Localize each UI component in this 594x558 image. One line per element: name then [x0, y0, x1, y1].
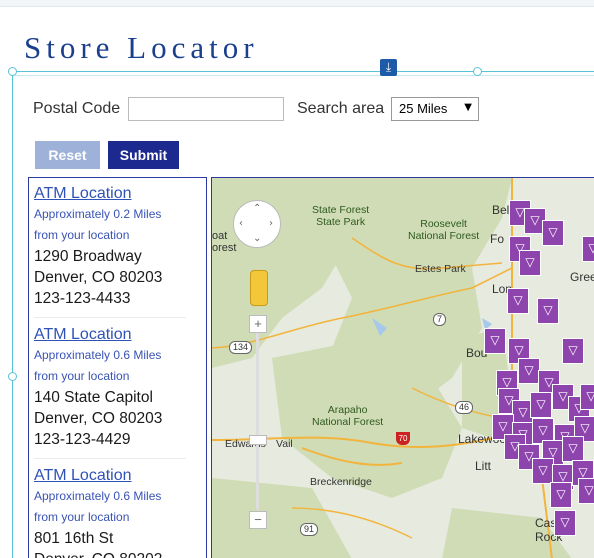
map-pan-control[interactable]: ⌃ ⌄ ‹ › — [233, 200, 281, 248]
map-label-breckenridge: Breckenridge — [310, 476, 372, 488]
ice-cream-icon[interactable]: ▽ — [554, 510, 576, 536]
top-bar — [0, 0, 594, 7]
map-label-fort-collins: Fo — [490, 232, 505, 246]
map-label-arapaho: Arapaho National Forest — [312, 404, 384, 428]
anchor-icon[interactable]: ⤓ — [380, 59, 397, 76]
map-label-roosevelt: Roosevelt National Forest — [408, 218, 480, 242]
resize-handle[interactable] — [8, 67, 17, 76]
reset-button[interactable]: Reset — [35, 141, 100, 169]
zoom-in-button[interactable]: + — [249, 315, 267, 333]
map-label-state-forest: State Forest State Park — [312, 204, 370, 228]
search-area-select[interactable]: 25 Miles ▼ — [391, 97, 479, 121]
ice-cream-icon[interactable]: ▽ — [542, 220, 564, 246]
search-area-value: 25 Miles — [399, 101, 448, 116]
zoom-slider-thumb[interactable] — [249, 435, 267, 445]
result-phone: 123-123-4429 — [34, 431, 131, 448]
selection-border-top — [12, 71, 594, 72]
resize-handle[interactable] — [473, 67, 482, 76]
pan-up-icon[interactable]: ⌃ — [253, 203, 261, 214]
pan-left-icon[interactable]: ‹ — [239, 218, 243, 229]
map-label-bellvue: Bel — [492, 203, 510, 217]
ice-cream-icon[interactable]: ▽ — [578, 478, 594, 504]
ice-cream-icon[interactable]: ▽ — [532, 458, 554, 484]
ice-cream-icon[interactable]: ▽ — [507, 288, 529, 314]
ice-cream-icon[interactable]: ▽ — [562, 338, 584, 364]
pan-right-icon[interactable]: › — [269, 218, 273, 229]
ice-cream-icon[interactable]: ▽ — [582, 236, 594, 262]
result-city: Denver, CO 80203 — [34, 269, 163, 286]
ice-cream-icon[interactable]: ▽ — [562, 436, 584, 462]
selection-border-inner — [12, 75, 594, 76]
route-shield-134: 134 — [229, 341, 253, 354]
route-shield-46: 46 — [455, 401, 474, 414]
search-area-label: Search area — [297, 100, 385, 117]
list-item[interactable]: ATM Location Approximately 0.6 Miles fro… — [34, 466, 189, 558]
result-city: Denver, CO 80203 — [34, 410, 163, 427]
postal-code-label: Postal Code — [33, 100, 121, 117]
street-view-pegman-icon[interactable] — [250, 270, 268, 306]
map[interactable]: State Forest State Park Roosevelt Nation… — [211, 177, 594, 558]
zoom-out-button[interactable]: − — [249, 511, 267, 529]
list-divider — [34, 458, 186, 459]
result-distance-suffix: from your location — [34, 510, 130, 524]
ice-cream-icon[interactable]: ▽ — [530, 392, 552, 418]
page-title: Store Locator — [24, 30, 259, 65]
results-list[interactable]: ATM Location Approximately 0.2 Miles fro… — [28, 177, 207, 558]
result-distance: Approximately 0.6 Miles — [34, 348, 162, 362]
result-city: Denver, CO 80202 — [34, 549, 189, 558]
map-label-vail: Vail — [276, 438, 293, 450]
map-label-estes-park: Estes Park — [415, 263, 466, 275]
result-name-link[interactable]: ATM Location — [34, 184, 189, 204]
result-street: 801 16th St — [34, 530, 114, 547]
postal-code-input[interactable] — [128, 97, 284, 121]
map-label-forest-left: orest — [212, 242, 237, 254]
result-street: 140 State Capitol — [34, 389, 153, 406]
result-distance-suffix: from your location — [34, 369, 130, 383]
result-name-link[interactable]: ATM Location — [34, 466, 189, 486]
ice-cream-icon[interactable]: ▽ — [518, 358, 540, 384]
result-street: 1290 Broadway — [34, 248, 142, 265]
ice-cream-icon[interactable]: ▽ — [484, 328, 506, 354]
ice-cream-icon[interactable]: ▽ — [580, 384, 594, 410]
map-label-boat: oat — [212, 230, 228, 242]
map-label-greeley: Gree — [570, 270, 594, 284]
list-item[interactable]: ATM Location Approximately 0.6 Miles fro… — [34, 325, 189, 450]
list-item[interactable]: ATM Location Approximately 0.2 Miles fro… — [34, 184, 189, 309]
result-name-link[interactable]: ATM Location — [34, 325, 189, 345]
ice-cream-icon[interactable]: ▽ — [550, 482, 572, 508]
result-distance-suffix: from your location — [34, 228, 130, 242]
ice-cream-icon[interactable]: ▽ — [537, 298, 559, 324]
pan-down-icon[interactable]: ⌄ — [253, 233, 261, 244]
zoom-slider-track[interactable] — [256, 333, 259, 510]
route-shield-7: 7 — [433, 313, 447, 326]
map-label-littleton: Litt — [475, 459, 492, 473]
list-divider — [34, 317, 186, 318]
result-distance: Approximately 0.6 Miles — [34, 489, 162, 503]
resize-handle[interactable] — [8, 372, 17, 381]
result-distance: Approximately 0.2 Miles — [34, 207, 162, 221]
submit-button[interactable]: Submit — [108, 141, 179, 169]
dropdown-arrow-icon: ▼ — [464, 102, 472, 113]
interstate-shield-70: 70 — [396, 432, 410, 445]
ice-cream-icon[interactable]: ▽ — [519, 250, 541, 276]
route-shield-91: 91 — [300, 523, 319, 536]
selection-border-left — [12, 71, 13, 558]
result-phone: 123-123-4433 — [34, 290, 131, 307]
